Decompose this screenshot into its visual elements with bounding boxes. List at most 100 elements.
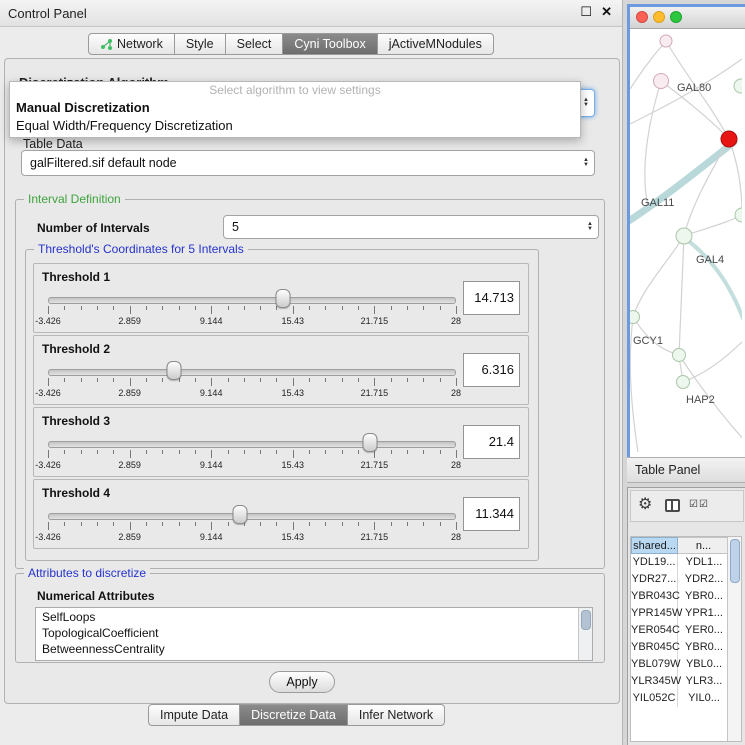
tab-network[interactable]: Network	[88, 33, 175, 55]
table-cell[interactable]: YLR3...	[678, 673, 730, 690]
threshold-value-field[interactable]: 6.316	[463, 353, 520, 387]
table-cell[interactable]: YPR1...	[678, 605, 730, 622]
minimize-traffic-light-icon[interactable]	[653, 11, 665, 23]
desktop: Control Panel ☐ ✕ Network Style Select C…	[0, 0, 745, 745]
table-row[interactable]: YLR345WYLR3...	[631, 673, 728, 690]
table-row[interactable]: YBR043CYBR0...	[631, 588, 728, 605]
node-label-gcy1[interactable]: GCY1	[633, 335, 663, 347]
network-node[interactable]	[630, 311, 640, 324]
number-of-intervals-dropdown[interactable]: 5 ▲▼	[223, 215, 599, 239]
table-row[interactable]: YBL079WYBL0...	[631, 656, 728, 673]
slider-track[interactable]	[48, 441, 456, 448]
tab-select[interactable]: Select	[226, 33, 284, 55]
slider-thumb[interactable]	[363, 433, 378, 452]
columns-icon[interactable]	[665, 499, 680, 512]
gear-icon[interactable]: ⚙	[638, 494, 652, 514]
scrollbar-thumb[interactable]	[730, 539, 740, 583]
threshold-label: Threshold 2	[42, 342, 110, 356]
slider-thumb[interactable]	[276, 289, 291, 308]
column-header-shared-name[interactable]: shared...	[631, 537, 678, 554]
tab-label: Discretize Data	[251, 708, 336, 722]
table-cell[interactable]: YER0...	[678, 622, 730, 639]
table-row[interactable]: YDL19...YDL1...	[631, 554, 728, 571]
table-panel-titlebar[interactable]: Table Panel	[627, 457, 745, 483]
table-cell[interactable]: YDR27...	[631, 571, 678, 588]
column-header-name[interactable]: n...	[678, 537, 730, 554]
threshold-value-field[interactable]: 21.4	[463, 425, 520, 459]
network-node[interactable]	[677, 376, 690, 389]
table-cell[interactable]: YBR045C	[631, 639, 678, 656]
list-item[interactable]: TopologicalCoefficient	[36, 625, 578, 641]
list-scrollbar[interactable]	[578, 608, 592, 660]
table-row[interactable]: YBR045CYBR0...	[631, 639, 728, 656]
node-label-hap2[interactable]: HAP2	[686, 394, 715, 406]
tab-jactivemnodules[interactable]: jActiveMNodules	[378, 33, 494, 55]
node-label-gal11[interactable]: GAL11	[641, 197, 674, 209]
table-cell[interactable]: YDL19...	[631, 554, 678, 571]
network-node[interactable]	[735, 208, 742, 222]
close-traffic-light-icon[interactable]	[636, 11, 648, 23]
table-cell[interactable]: YDL1...	[678, 554, 730, 571]
tab-style[interactable]: Style	[175, 33, 226, 55]
control-panel-titlebar[interactable]: Control Panel ☐ ✕	[0, 0, 622, 27]
table-cell[interactable]: YBR043C	[631, 588, 678, 605]
list-item[interactable]: BetweennessCentrality	[36, 641, 578, 657]
network-node[interactable]	[734, 79, 742, 93]
network-node[interactable]	[676, 228, 692, 244]
table-row[interactable]: YPR145WYPR1...	[631, 605, 728, 622]
threshold-slider[interactable]: -3.4262.8599.14415.4321.71528	[48, 504, 456, 546]
dropdown-option-manual-discretization[interactable]: Manual Discretization	[10, 99, 580, 117]
table-row[interactable]: YIL052CYIL0...	[631, 690, 728, 707]
table-cell[interactable]: YLR345W	[631, 673, 678, 690]
apply-button[interactable]: Apply	[269, 671, 335, 693]
threshold-slider[interactable]: -3.4262.8599.14415.4321.71528	[48, 432, 456, 474]
table-cell[interactable]: YIL052C	[631, 690, 678, 707]
tab-discretize-data[interactable]: Discretize Data	[240, 704, 348, 726]
minimize-icon[interactable]: ☐	[580, 4, 592, 20]
table-scrollbar[interactable]	[727, 537, 741, 741]
slider-thumb[interactable]	[167, 361, 182, 380]
slider-thumb[interactable]	[232, 505, 247, 524]
control-panel-window: Control Panel ☐ ✕ Network Style Select C…	[0, 0, 623, 745]
attributes-list[interactable]: SelfLoopsTopologicalCoefficientBetweenne…	[35, 607, 593, 661]
threshold-slider[interactable]: -3.4262.8599.14415.4321.71528	[48, 288, 456, 330]
table-cell[interactable]: YBL0...	[678, 656, 730, 673]
node-label-gal4[interactable]: GAL4	[696, 254, 724, 266]
tab-impute-data[interactable]: Impute Data	[148, 704, 240, 726]
table-cell[interactable]: YBL079W	[631, 656, 678, 673]
table-cell[interactable]: YER054C	[631, 622, 678, 639]
network-node[interactable]	[660, 35, 672, 47]
close-icon[interactable]: ✕	[601, 4, 612, 20]
network-canvas[interactable]: GAL80 GAL11 GAL4 GCY1 HAP2	[630, 29, 742, 452]
network-node-selected[interactable]	[721, 131, 737, 147]
threshold-value-field[interactable]: 11.344	[463, 497, 520, 531]
table-data-value: galFiltered.sif default node	[30, 156, 177, 170]
tab-infer-network[interactable]: Infer Network	[348, 704, 445, 726]
table-row[interactable]: YER054CYER0...	[631, 622, 728, 639]
table-row[interactable]: YDR27...YDR2...	[631, 571, 728, 588]
dropdown-option-equal-width-frequency[interactable]: Equal Width/Frequency Discretization	[10, 117, 580, 135]
list-item[interactable]: SelfLoops	[36, 609, 578, 625]
table-cell[interactable]: YBR0...	[678, 588, 730, 605]
table-data-dropdown[interactable]: galFiltered.sif default node ▲▼	[21, 150, 595, 176]
network-node[interactable]	[654, 74, 669, 89]
threshold-slider[interactable]: -3.4262.8599.14415.4321.71528	[48, 360, 456, 402]
network-node[interactable]	[673, 349, 686, 362]
threshold-value-field[interactable]: 14.713	[463, 281, 520, 315]
slider-tick-labels: -3.4262.8599.14415.4321.71528	[48, 460, 456, 470]
threshold-1-group: Threshold 1 -3.4262.8599.14415.4321.7152…	[33, 263, 529, 333]
slider-track[interactable]	[48, 369, 456, 376]
slider-track[interactable]	[48, 297, 456, 304]
top-tab-bar: Network Style Select Cyni Toolbox jActiv…	[88, 33, 494, 55]
table-cell[interactable]: YIL0...	[678, 690, 730, 707]
table-cell[interactable]: YBR0...	[678, 639, 730, 656]
scrollbar-thumb[interactable]	[581, 610, 591, 630]
slider-track[interactable]	[48, 513, 456, 520]
tab-cyni-toolbox[interactable]: Cyni Toolbox	[283, 33, 377, 55]
table-cell[interactable]: YDR2...	[678, 571, 730, 588]
node-label-gal80[interactable]: GAL80	[677, 82, 711, 94]
zoom-traffic-light-icon[interactable]	[670, 11, 682, 23]
table-cell[interactable]: YPR145W	[631, 605, 678, 622]
select-columns-icon[interactable]: ☑☑	[689, 499, 709, 510]
network-window-titlebar[interactable]	[630, 7, 745, 29]
